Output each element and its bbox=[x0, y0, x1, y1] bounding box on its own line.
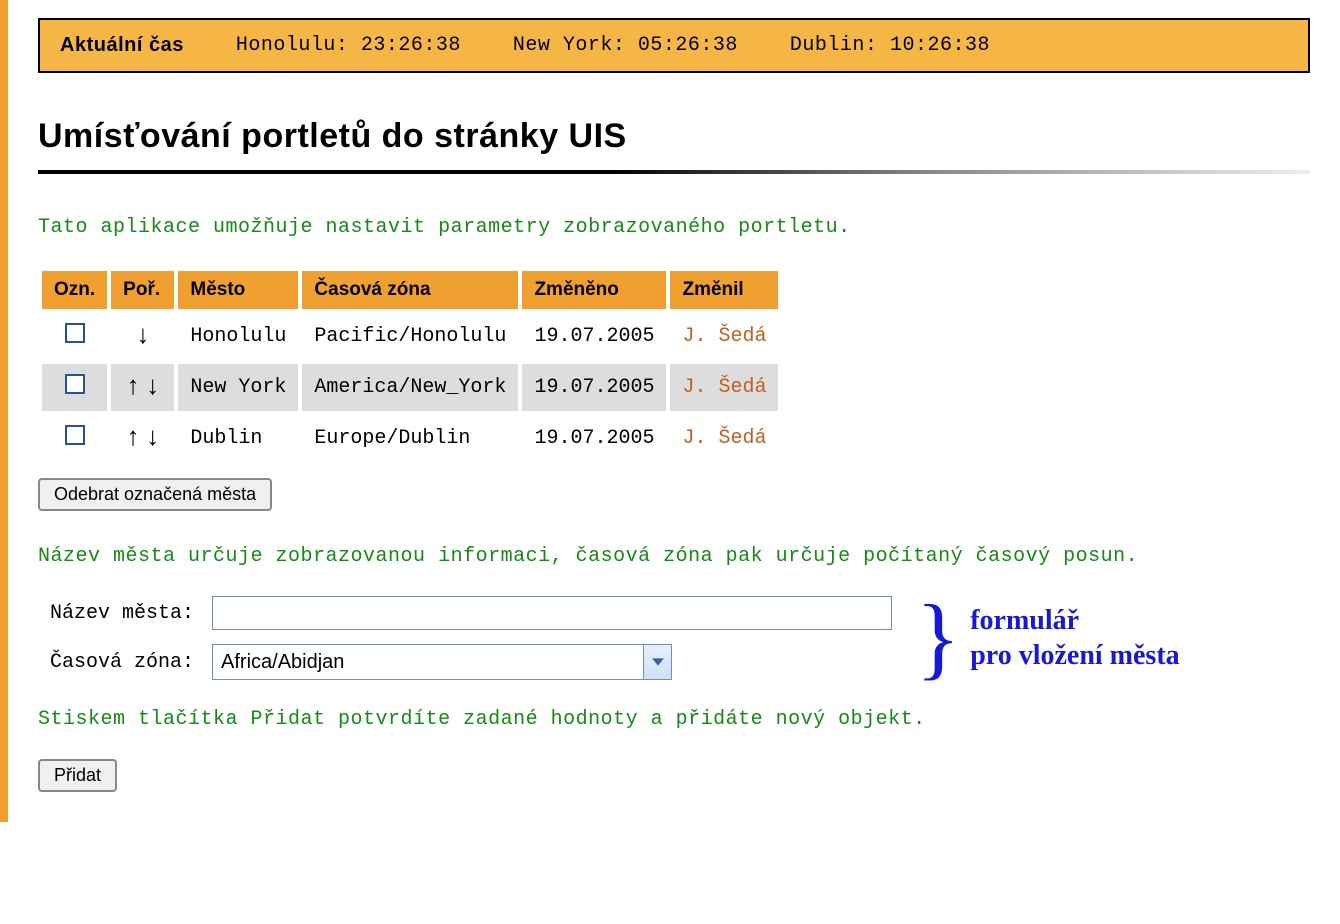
city-name-label: Název města: bbox=[50, 602, 194, 625]
cell-zmenil: J. Šedá bbox=[670, 313, 778, 360]
move-down-icon[interactable]: ↓ bbox=[133, 323, 153, 349]
cell-zmeneno: 19.07.2005 bbox=[522, 364, 666, 411]
table-row: ↑↓ DublinEurope/Dublin19.07.2005J. Šedá bbox=[42, 415, 778, 462]
row-checkbox[interactable] bbox=[65, 374, 85, 394]
th-mesto: Město bbox=[178, 271, 298, 309]
clock-newyork: New York: 05:26:38 bbox=[513, 34, 738, 57]
brace-icon: } bbox=[916, 601, 960, 675]
cell-mesto: Dublin bbox=[178, 415, 298, 462]
cell-mesto: Honolulu bbox=[178, 313, 298, 360]
th-por: Poř. bbox=[111, 271, 174, 309]
move-up-icon[interactable]: ↑ bbox=[123, 425, 143, 451]
hint-top: Tato aplikace umožňuje nastavit parametr… bbox=[38, 216, 1310, 239]
form-annotation-text: formulářpro vložení města bbox=[970, 603, 1179, 673]
timezone-label: Časová zóna: bbox=[50, 651, 194, 674]
row-checkbox[interactable] bbox=[65, 323, 85, 343]
time-bar: Aktuální čas Honolulu: 23:26:38 New York… bbox=[38, 18, 1310, 73]
hint-mid: Název města určuje zobrazovanou informac… bbox=[38, 545, 1310, 568]
form-annotation: } formulářpro vložení města bbox=[916, 601, 1180, 675]
cell-mesto: New York bbox=[178, 364, 298, 411]
cell-zmenil: J. Šedá bbox=[670, 415, 778, 462]
divider bbox=[38, 170, 1310, 174]
timezone-select[interactable]: Africa/Abidjan bbox=[212, 644, 672, 680]
move-down-icon[interactable]: ↓ bbox=[143, 374, 163, 400]
move-up-icon[interactable]: ↑ bbox=[123, 374, 143, 400]
th-zmenil: Změnil bbox=[670, 271, 778, 309]
move-down-icon[interactable]: ↓ bbox=[143, 425, 163, 451]
city-name-input[interactable] bbox=[212, 596, 892, 630]
cell-zona: Pacific/Honolulu bbox=[302, 313, 518, 360]
chevron-down-icon[interactable] bbox=[643, 645, 671, 679]
cities-table: Ozn. Poř. Město Časová zóna Změněno Změn… bbox=[38, 267, 782, 466]
timezone-select-value: Africa/Abidjan bbox=[213, 645, 643, 679]
row-checkbox[interactable] bbox=[65, 425, 85, 445]
time-bar-label: Aktuální čas bbox=[60, 34, 184, 57]
remove-selected-button[interactable]: Odebrat označená města bbox=[38, 478, 272, 511]
cell-zmeneno: 19.07.2005 bbox=[522, 313, 666, 360]
page-title: Umísťování portletů do stránky UIS bbox=[38, 117, 1310, 156]
clock-honolulu: Honolulu: 23:26:38 bbox=[236, 34, 461, 57]
cell-zona: America/New_York bbox=[302, 364, 518, 411]
table-row: ↓ HonoluluPacific/Honolulu19.07.2005J. Še… bbox=[42, 313, 778, 360]
clock-dublin: Dublin: 10:26:38 bbox=[790, 34, 990, 57]
add-city-form: Název města: Časová zóna: Africa/Abidjan… bbox=[38, 596, 1310, 680]
th-zmeneno: Změněno bbox=[522, 271, 666, 309]
th-ozn: Ozn. bbox=[42, 271, 107, 309]
th-zona: Časová zóna bbox=[302, 271, 518, 309]
cell-zmenil: J. Šedá bbox=[670, 364, 778, 411]
hint-bottom: Stiskem tlačítka Přidat potvrdíte zadané… bbox=[38, 708, 1310, 731]
table-row: ↑↓ New YorkAmerica/New_York19.07.2005J. Š… bbox=[42, 364, 778, 411]
cell-zona: Europe/Dublin bbox=[302, 415, 518, 462]
cell-zmeneno: 19.07.2005 bbox=[522, 415, 666, 462]
add-button[interactable]: Přidat bbox=[38, 759, 117, 792]
